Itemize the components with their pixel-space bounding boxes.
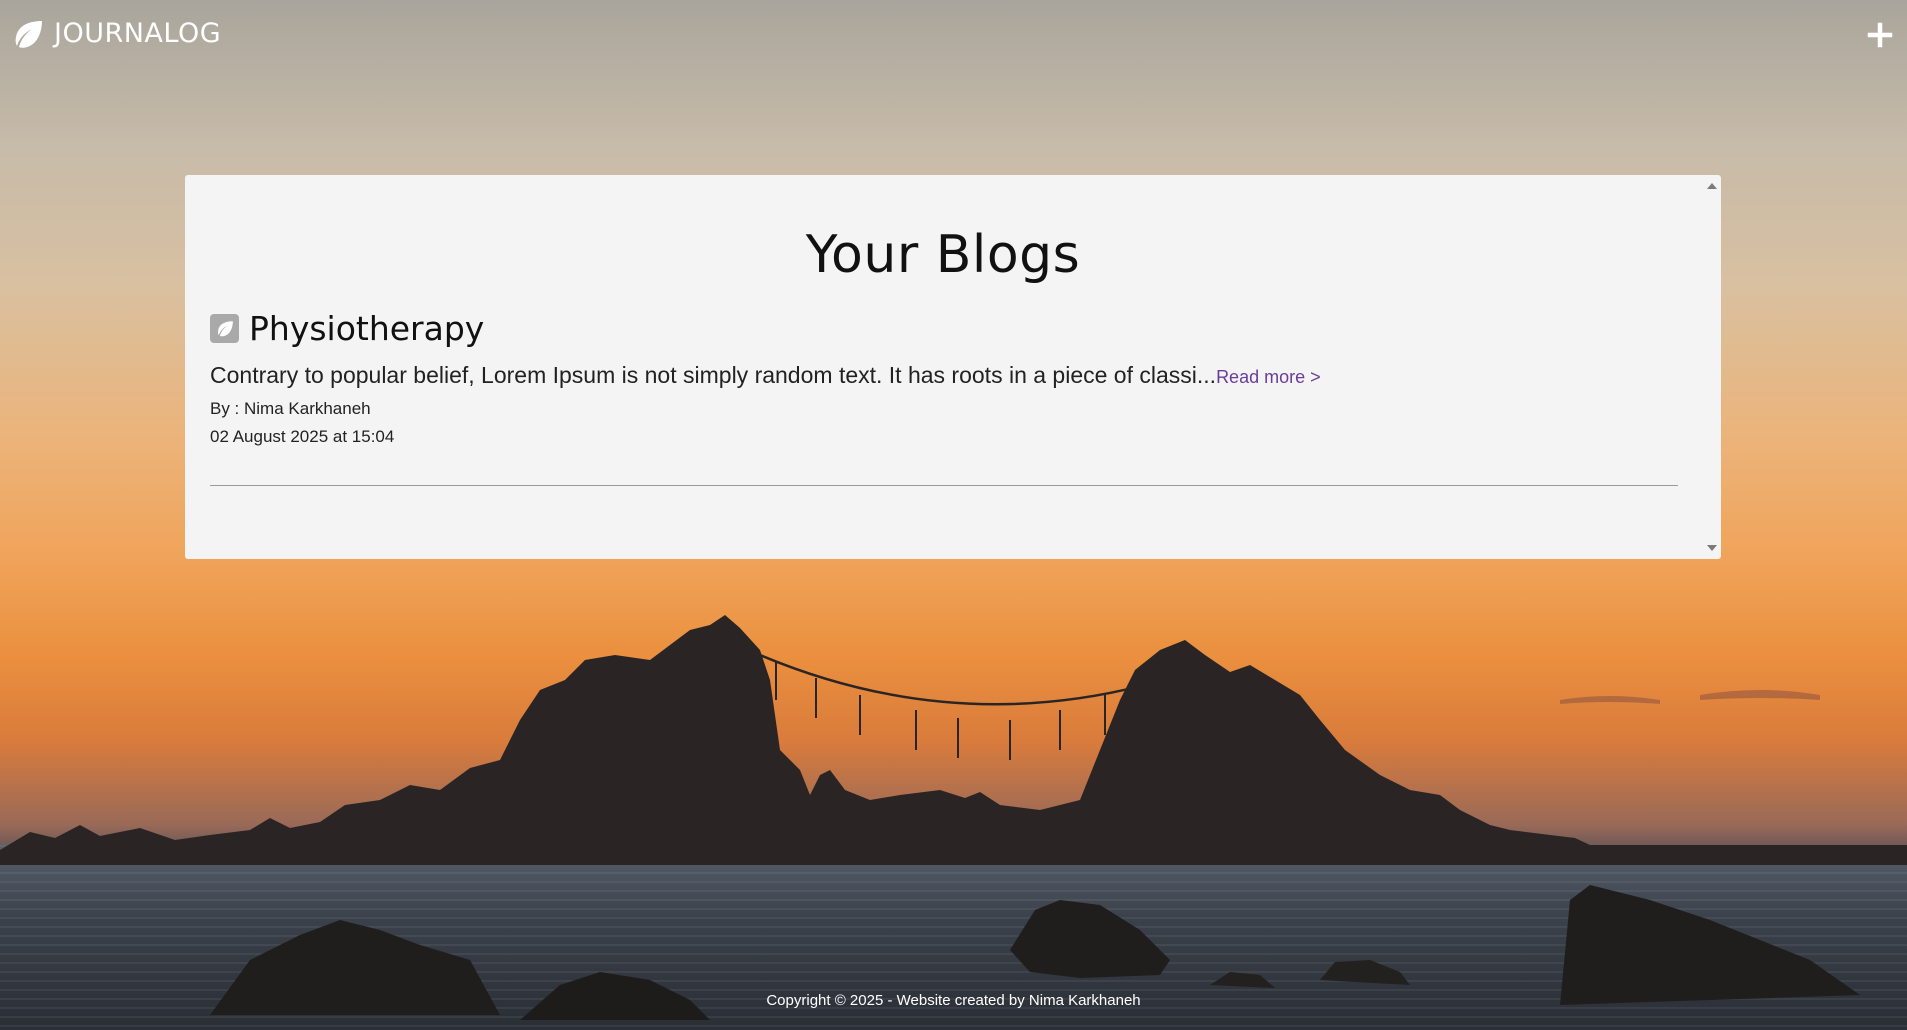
plus-icon xyxy=(1867,22,1893,48)
page-title: Your Blogs xyxy=(805,225,1081,285)
blog-author: By : Nima Karkhaneh xyxy=(210,399,371,418)
blog-leaf-badge xyxy=(210,314,239,343)
leaf-icon xyxy=(217,321,233,337)
scroll-down-arrow-icon[interactable] xyxy=(1705,541,1719,555)
blog-header: Physiotherapy xyxy=(210,309,1676,348)
divider xyxy=(210,485,1678,486)
page: JOURNALOG Your Blogs Physiotherapy Contr… xyxy=(0,0,1907,1030)
blogs-panel[interactable]: Your Blogs Physiotherapy Contrary to pop… xyxy=(185,175,1721,559)
read-more-link[interactable]: Read more > xyxy=(1216,367,1321,387)
leaf-icon xyxy=(15,20,42,48)
scroll-up-arrow-icon[interactable] xyxy=(1705,179,1719,193)
brand-name: JOURNALOG xyxy=(54,18,222,49)
blog-title[interactable]: Physiotherapy xyxy=(249,309,484,348)
rock-silhouette-scenery xyxy=(0,615,1907,1020)
blog-excerpt: Contrary to popular belief, Lorem Ipsum … xyxy=(210,362,1676,389)
add-blog-button[interactable] xyxy=(1865,18,1895,52)
brand-logo-link[interactable]: JOURNALOG xyxy=(12,18,221,49)
blog-list-item: Physiotherapy Contrary to popular belief… xyxy=(210,309,1678,486)
top-navbar: JOURNALOG xyxy=(0,0,1907,72)
blog-excerpt-text: Contrary to popular belief, Lorem Ipsum … xyxy=(210,362,1217,388)
footer-copyright: Copyright © 2025 - Website created by Ni… xyxy=(766,992,1141,1009)
blog-date: 02 August 2025 at 15:04 xyxy=(210,427,395,446)
